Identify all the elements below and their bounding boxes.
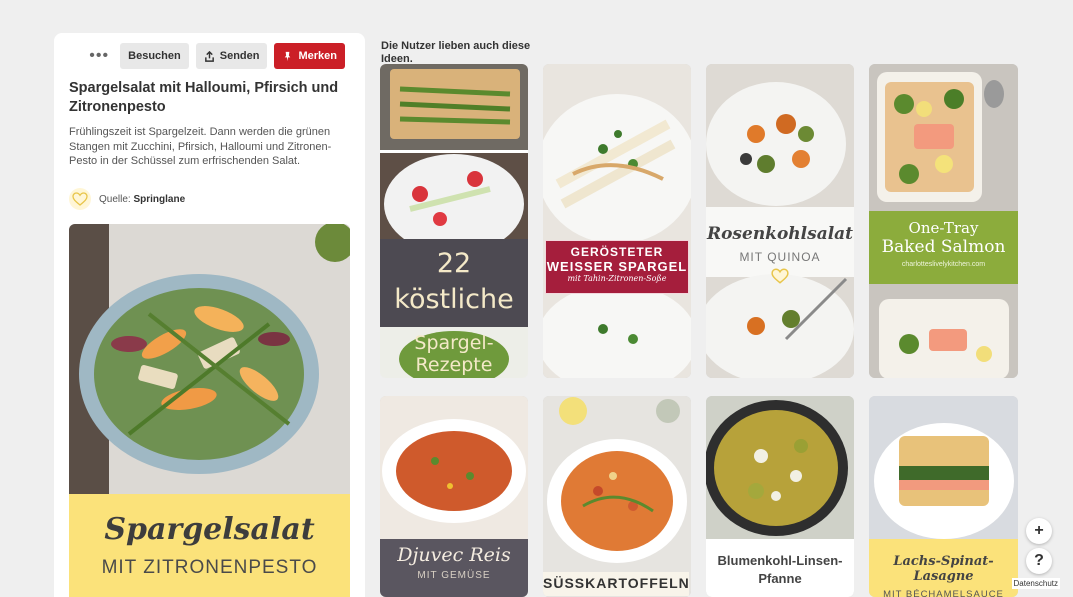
pin-label-line: mit Tahin-Zitronen-Soße (567, 274, 667, 283)
save-label: Merken (298, 50, 337, 62)
pin-icon (285, 51, 291, 61)
pin-label-line: Djuvec Reis (397, 544, 511, 566)
source-prefix: Quelle: (99, 193, 131, 205)
pin-label-line: SÜSSKARTOFFELN (543, 575, 690, 591)
visit-label: Besuchen (128, 50, 181, 62)
pin-label-line: Baked Salmon (881, 237, 1006, 257)
privacy-link[interactable]: Datenschutz (1011, 578, 1060, 589)
pin-label-line: GERÖSTETER (570, 245, 664, 259)
pin-label-line: Spargel-Rezepte (414, 332, 494, 376)
help-button[interactable]: ? (1026, 548, 1052, 574)
salad-photo (69, 224, 350, 494)
related-pin[interactable]: Rosenkohlsalat MIT QUINOA (706, 64, 854, 378)
send-label: Senden (219, 50, 260, 62)
sweet-potato-photo (543, 396, 691, 597)
related-pin[interactable]: SÜSSKARTOFFELN (543, 396, 691, 597)
pin-label: 22 köstliche Spargel-Rezepte (380, 246, 528, 376)
hero-subtitle: MIT ZITRONENPESTO (101, 557, 318, 578)
pin-label: Blumenkohl-Linsen- Pfanne (706, 553, 854, 586)
pin-hero-image[interactable]: Spargelsalat MIT ZITRONENPESTO (69, 224, 350, 597)
pin-label: One-Tray Baked Salmon charlotteslivelyki… (869, 211, 1018, 284)
pin-label: SÜSSKARTOFFELN (543, 572, 689, 596)
pin-label-line: MIT QUINOA (739, 250, 821, 264)
create-button[interactable]: + (1026, 518, 1052, 544)
pin-label-line: Lachs-Spinat-Lasagne (893, 554, 994, 584)
brussels-sprouts-photo (706, 64, 854, 378)
pin-detail-card: ••• Besuchen Senden Merken Spargelsalat … (54, 33, 365, 597)
pin-label: Lachs-Spinat-Lasagne MIT BÉCHAMELSAUCE (869, 554, 1018, 597)
pin-label-line: 22 köstliche (394, 248, 514, 315)
related-pin[interactable]: Blumenkohl-Linsen- Pfanne (706, 396, 854, 597)
pin-label-line: Rosenkohlsalat (706, 224, 854, 244)
send-button[interactable]: Senden (195, 43, 268, 69)
hero-banner: Spargelsalat MIT ZITRONENPESTO (69, 494, 350, 597)
pin-label-line: charlotteslivelykitchen.com (901, 261, 986, 268)
pin-source[interactable]: Quelle: Springlane (69, 188, 185, 210)
source-name[interactable]: Springlane (133, 194, 185, 205)
more-options-button[interactable]: ••• (85, 43, 113, 69)
white-asparagus-photo (543, 64, 691, 378)
pin-label: Rosenkohlsalat MIT QUINOA (706, 224, 854, 289)
related-pin[interactable]: 22 köstliche Spargel-Rezepte (380, 64, 528, 378)
related-pin[interactable]: One-Tray Baked Salmon charlotteslivelyki… (869, 64, 1018, 378)
save-button[interactable]: Merken (274, 43, 345, 69)
related-pin[interactable]: GERÖSTETER WEISSER SPARGEL mit Tahin-Zit… (543, 64, 691, 378)
pin-title: Spargelsalat mit Halloumi, Pfirsich und … (69, 80, 339, 115)
share-icon (204, 50, 214, 62)
pin-label-line: MIT BÉCHAMELSAUCE (883, 589, 1004, 597)
pin-label: GERÖSTETER WEISSER SPARGEL mit Tahin-Zit… (545, 240, 689, 294)
related-pin[interactable]: Djuvec Reis MIT GEMÜSE (380, 396, 528, 597)
heart-logo-icon (771, 268, 789, 284)
pin-label-line: WEISSER SPARGEL (546, 259, 688, 274)
visit-button[interactable]: Besuchen (120, 43, 189, 69)
pin-description: Frühlingszeit ist Spargelzeit. Dann werd… (69, 126, 332, 167)
pin-label-line: Blumenkohl-Linsen- (717, 553, 843, 568)
related-pins-heading: Die Nutzer lieben auch diese Ideen. (381, 40, 531, 65)
pin-actions: ••• Besuchen Senden Merken (85, 43, 345, 69)
help-icon: ? (1034, 552, 1044, 569)
pin-label-line: MIT GEMÜSE (417, 570, 491, 581)
pin-label-line: One-Tray (908, 219, 979, 237)
hero-title: Spargelsalat (104, 512, 315, 547)
pin-label: Djuvec Reis MIT GEMÜSE (380, 544, 528, 581)
pin-label-line: Pfanne (758, 571, 802, 586)
springlane-logo-icon (69, 188, 91, 210)
related-pin[interactable]: Lachs-Spinat-Lasagne MIT BÉCHAMELSAUCE (869, 396, 1018, 597)
plus-icon: + (1034, 522, 1044, 539)
